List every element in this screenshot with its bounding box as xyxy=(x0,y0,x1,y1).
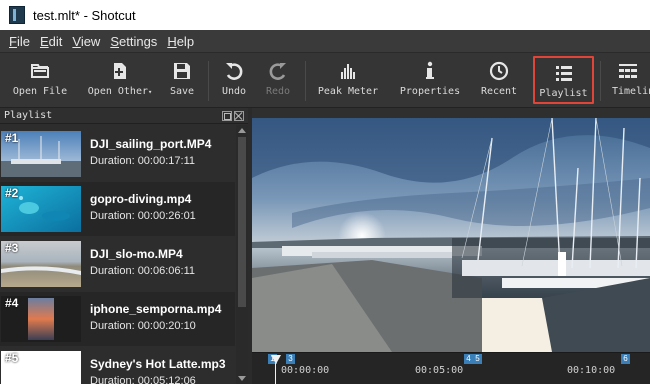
marker-3[interactable]: 3 xyxy=(286,354,295,364)
shotcut-app-icon xyxy=(9,6,25,24)
item-number: #1 xyxy=(5,131,19,145)
properties-label: Properties xyxy=(399,86,461,97)
menu-settings[interactable]: Settings xyxy=(105,34,162,49)
peak-meter-button[interactable]: Peak Meter xyxy=(314,56,382,104)
title-bar: test.mlt* - Shotcut xyxy=(0,0,650,30)
redo-label: Redo xyxy=(265,86,291,97)
float-panel-icon[interactable] xyxy=(222,110,232,121)
open-file-label: Open File xyxy=(12,86,68,97)
undo-button[interactable]: Undo xyxy=(216,56,252,104)
timeline-ruler[interactable]: 1 3 4 5 6 00:00:00 00:05:00 00:10:00 xyxy=(252,352,650,384)
playlist-title: Playlist xyxy=(4,110,53,121)
item-number: #5 xyxy=(5,351,19,365)
item-name: DJI_sailing_port.MP4 xyxy=(90,137,212,151)
playlist-item[interactable]: #5 Sydney's Hot Latte.mp3 Duration: 00:0… xyxy=(0,347,235,384)
menu-help[interactable]: Help xyxy=(162,34,199,49)
menu-file[interactable]: File xyxy=(4,34,35,49)
playlist-label: Playlist xyxy=(539,88,588,99)
item-duration: Duration: 00:06:06:11 xyxy=(90,265,195,277)
playlist-item[interactable]: #1 DJI_sailing_port.MP4 Duration: 00:00:… xyxy=(0,127,235,181)
ruler-time-10: 00:10:00 xyxy=(567,365,616,376)
recent-button[interactable]: Recent xyxy=(476,56,522,104)
scroll-thumb[interactable] xyxy=(238,137,246,307)
redo-arrow-icon xyxy=(269,63,286,80)
item-name: Sydney's Hot Latte.mp3 xyxy=(90,357,226,371)
properties-button[interactable]: Properties xyxy=(396,56,464,104)
item-duration: Duration: 00:00:20:10 xyxy=(90,320,196,332)
dock-controls xyxy=(222,110,244,121)
save-button[interactable]: Save xyxy=(164,56,200,104)
toolbar-separator xyxy=(600,61,601,101)
timeline-label: Timeline xyxy=(612,86,650,97)
file-add-icon xyxy=(114,63,126,79)
item-name: gopro-diving.mp4 xyxy=(90,192,192,206)
item-duration: Duration: 00:05:12:06 xyxy=(90,375,196,384)
undo-arrow-icon xyxy=(226,63,243,80)
scroll-down-icon[interactable] xyxy=(238,376,246,381)
info-icon xyxy=(426,61,434,79)
peak-meter-label: Peak Meter xyxy=(317,86,379,97)
toolbar-separator xyxy=(208,61,209,101)
open-other-text: Open Other xyxy=(87,86,148,97)
playlist-panel: Playlist #1 DJI_sailing_port.MP4 Duratio… xyxy=(0,108,248,384)
item-name: iphone_semporna.mp4 xyxy=(90,302,222,316)
timeline-icon xyxy=(619,64,637,78)
ruler-time-0: 00:00:00 xyxy=(281,365,330,376)
item-name: DJI_slo-mo.MP4 xyxy=(90,247,183,261)
timeline-button[interactable]: Timeline xyxy=(606,56,650,104)
save-label: Save xyxy=(169,86,195,97)
open-other-label: Open Other▾ xyxy=(84,86,156,97)
item-number: #4 xyxy=(5,296,19,310)
viewer-header xyxy=(252,108,650,118)
playlist-button[interactable]: Playlist xyxy=(533,56,594,104)
marker-5[interactable]: 5 xyxy=(473,354,482,364)
shotcut-window: test.mlt* - Shotcut File Edit View Setti… xyxy=(0,0,650,384)
undo-label: Undo xyxy=(221,86,247,97)
marker-4[interactable]: 4 xyxy=(464,354,473,364)
marker-6[interactable]: 6 xyxy=(621,354,630,364)
list-icon xyxy=(555,66,572,81)
close-panel-icon[interactable] xyxy=(234,110,244,121)
video-viewer[interactable] xyxy=(252,118,650,352)
playlist-item[interactable]: #4 iphone_semporna.mp4 Duration: 00:00:2… xyxy=(0,292,235,346)
recent-label: Recent xyxy=(480,86,518,97)
save-disk-icon xyxy=(174,63,190,79)
playlist-item[interactable]: #2 gopro-diving.mp4 Duration: 00:00:26:0… xyxy=(0,182,235,236)
playlist-scrollbar[interactable] xyxy=(236,125,248,384)
main-toolbar: Open File Open Other▾ Save Undo Redo Pea… xyxy=(0,52,650,108)
window-title: test.mlt* - Shotcut xyxy=(33,7,136,23)
redo-button[interactable]: Redo xyxy=(260,56,296,104)
clock-icon xyxy=(489,61,509,81)
playlist-list: #1 DJI_sailing_port.MP4 Duration: 00:00:… xyxy=(0,125,235,384)
scroll-up-icon[interactable] xyxy=(238,128,246,133)
menu-edit[interactable]: Edit xyxy=(35,34,67,49)
ruler-time-5: 00:05:00 xyxy=(415,365,464,376)
playhead-line xyxy=(275,363,276,384)
dropdown-arrow-icon: ▾ xyxy=(148,88,153,96)
item-duration: Duration: 00:00:17:11 xyxy=(90,155,195,167)
open-file-button[interactable]: Open File xyxy=(8,56,72,104)
item-number: #3 xyxy=(5,241,19,255)
audio-meter-icon xyxy=(341,64,355,79)
menu-view[interactable]: View xyxy=(67,34,105,49)
toolbar-separator xyxy=(305,61,306,101)
folder-open-icon xyxy=(31,64,49,78)
open-other-button[interactable]: Open Other▾ xyxy=(84,56,156,104)
playlist-header: Playlist xyxy=(0,108,248,124)
playlist-item[interactable]: #3 DJI_slo-mo.MP4 Duration: 00:06:06:11 xyxy=(0,237,235,291)
menu-bar: File Edit View Settings Help xyxy=(0,30,650,52)
playhead-icon[interactable] xyxy=(271,355,281,364)
item-duration: Duration: 00:00:26:01 xyxy=(90,210,196,222)
item-number: #2 xyxy=(5,186,19,200)
